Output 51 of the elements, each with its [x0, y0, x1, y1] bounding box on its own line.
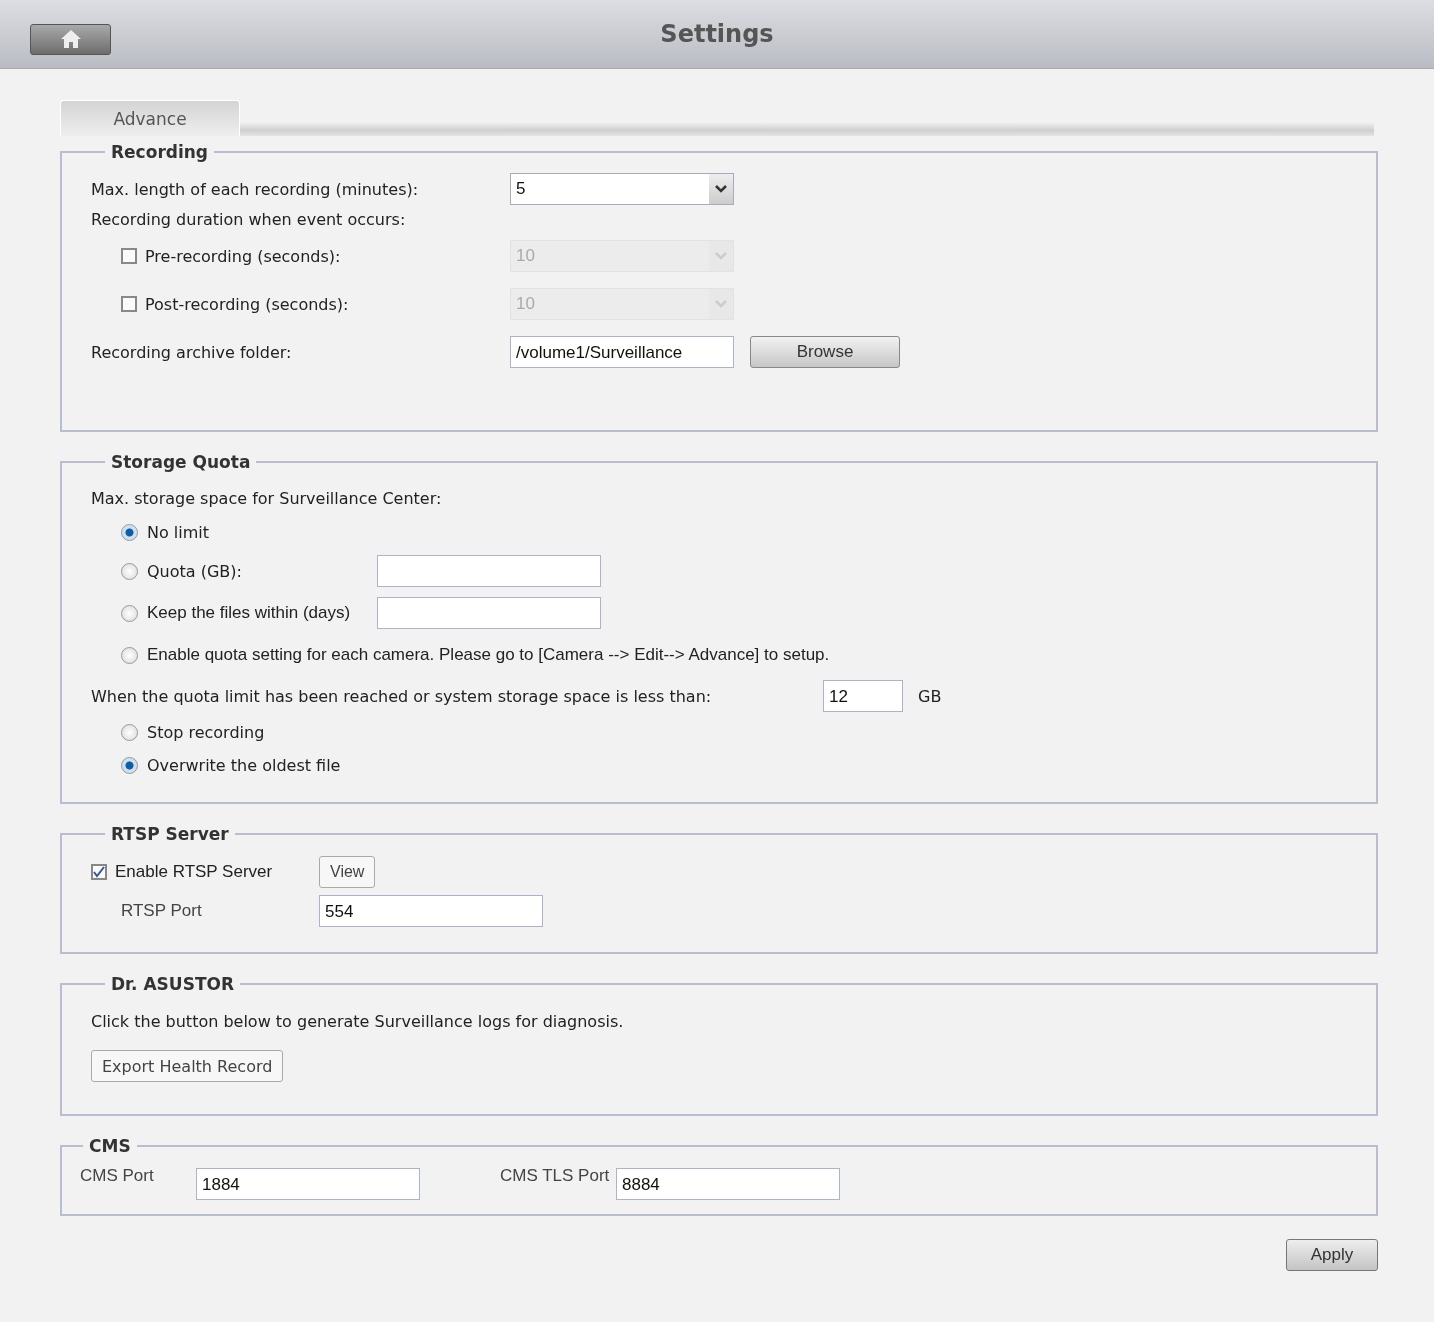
radio-button[interactable] — [121, 757, 138, 774]
unit-label: GB — [918, 686, 942, 706]
option-label: Enable quota setting for each camera. Please go to [Camera --> Edit--> Advance] to setup. — [147, 645, 830, 665]
tab[interactable]: Advance — [60, 100, 240, 136]
checkbox[interactable] — [121, 248, 137, 264]
radio-button[interactable] — [121, 562, 138, 580]
field-label: RTSP Port — [121, 901, 203, 921]
window-title: Settings — [660, 20, 774, 48]
section-title: CMS — [88, 1136, 132, 1156]
input-field[interactable] — [377, 555, 601, 587]
field-label: Pre-recording (seconds): — [145, 246, 342, 266]
field-label: CMS Port — [80, 1166, 155, 1186]
checkbox[interactable] — [121, 296, 137, 312]
option-label: Quota (GB): — [147, 561, 243, 581]
option-label: No limit — [147, 522, 210, 542]
section-title: Recording — [110, 142, 210, 162]
checkbox-label: Enable RTSP Server — [115, 862, 274, 882]
folder-field[interactable]: /volume1/Surveillance — [510, 336, 734, 368]
field-label: Recording archive folder: — [91, 342, 293, 362]
port-field[interactable]: 8884 — [616, 1168, 840, 1200]
field-label: Recording duration when event occurs: — [91, 209, 406, 229]
caret-icon — [709, 241, 733, 271]
radio-button[interactable] — [121, 523, 138, 541]
export-button[interactable]: Export Health Record — [91, 1050, 284, 1082]
dropdown[interactable]: 5 — [510, 173, 734, 205]
view-button[interactable]: View — [319, 856, 376, 888]
section-title: Dr. ASUSTOR — [110, 974, 236, 994]
home-button[interactable] — [30, 23, 111, 55]
caret-icon — [709, 174, 733, 204]
radio-button[interactable] — [121, 724, 138, 741]
field-label: Max. length of each recording (minutes): — [91, 179, 420, 199]
port-field[interactable]: 554 — [319, 895, 543, 927]
field-label: Post-recording (seconds): — [145, 294, 350, 314]
input-field[interactable]: 12 — [823, 680, 903, 712]
browse-button[interactable]: Browse — [750, 336, 900, 368]
radio-button[interactable] — [121, 604, 138, 622]
field-label: Max. storage space for Surveillance Center: — [91, 488, 442, 508]
option-label: Overwrite the oldest file — [147, 756, 341, 775]
apply-button[interactable]: Apply — [1286, 1239, 1378, 1271]
radio-button[interactable] — [121, 646, 138, 664]
field-label: CMS TLS Port — [500, 1166, 611, 1186]
option-label: Keep the files within (days) — [147, 603, 352, 623]
caret-icon — [709, 289, 733, 319]
port-field[interactable]: 1884 — [196, 1168, 420, 1200]
field-label: When the quota limit has been reached or system storage space is less than: — [91, 686, 713, 706]
description-text: Click the button below to generate Surveillance logs for diagnosis. — [91, 1011, 624, 1031]
checkbox[interactable] — [91, 864, 107, 880]
section-title: RTSP Server — [110, 824, 230, 844]
section-title: Storage Quota — [110, 452, 252, 472]
input-field[interactable] — [377, 597, 601, 629]
option-label: Stop recording — [147, 723, 265, 742]
